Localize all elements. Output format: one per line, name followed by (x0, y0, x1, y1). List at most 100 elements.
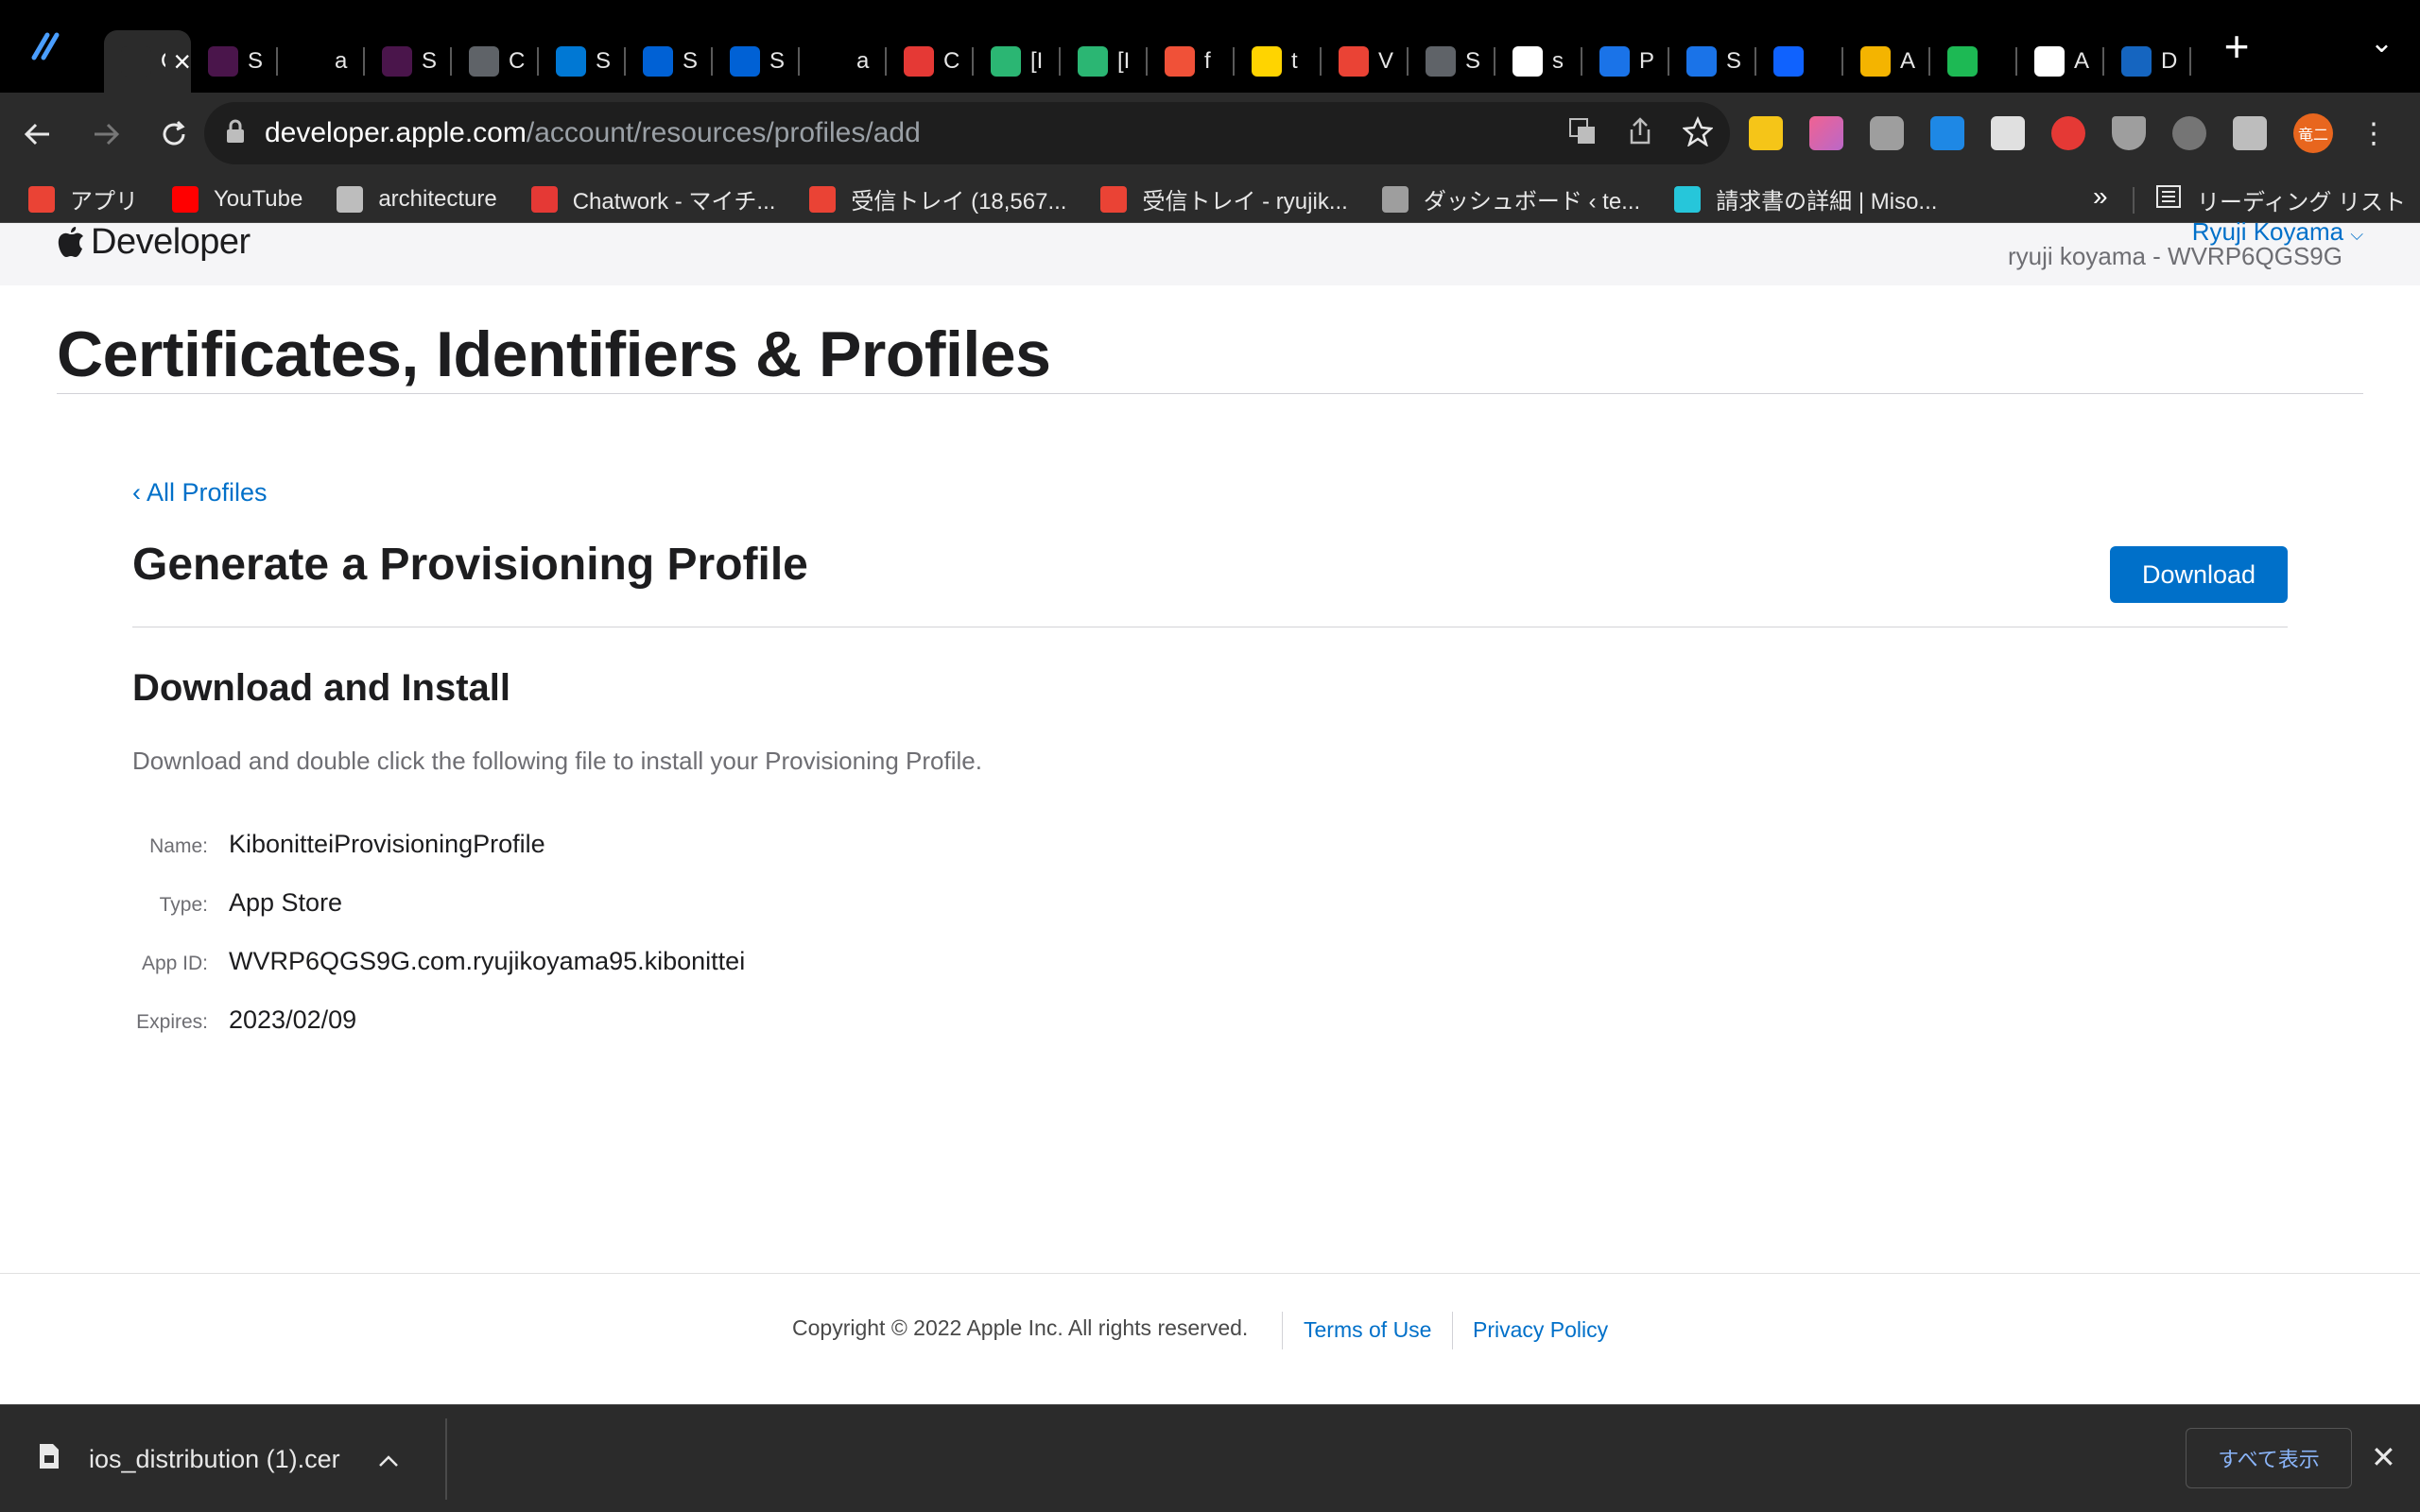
chevron-up-icon[interactable] (378, 1445, 399, 1474)
forward-arrow-icon[interactable] (76, 104, 136, 164)
browser-tab[interactable]: A (2017, 30, 2104, 93)
reload-icon[interactable] (144, 104, 204, 164)
tab-title: a (856, 48, 870, 74)
bookmark-item[interactable]: architecture (337, 185, 497, 213)
bookmark-item[interactable]: 請求書の詳細 | Miso... (1674, 182, 1937, 215)
b-icon (991, 46, 1021, 77)
gmail-icon (1339, 46, 1369, 77)
bookmark-item[interactable]: YouTube (172, 185, 303, 213)
download-button[interactable]: Download (2110, 546, 2288, 603)
bookmark-item[interactable]: アプリ (28, 182, 138, 215)
bookmark-icon (172, 185, 199, 213)
url-text[interactable]: developer.apple.com/account/resources/pr… (265, 117, 921, 149)
browser-menu-icon[interactable]: ⋮ (2360, 117, 2388, 150)
bookmark-item[interactable]: Chatwork - マイチ... (530, 182, 775, 215)
browser-tab[interactable]: C (452, 30, 539, 93)
tab-title: t (1291, 48, 1298, 74)
lock-icon[interactable] (225, 119, 246, 148)
puzzle-icon[interactable] (2233, 116, 2267, 150)
show-all-downloads-button[interactable]: すべて表示 (2186, 1428, 2352, 1488)
tab-title: D (2161, 48, 2178, 74)
back-arrow-icon[interactable] (8, 104, 68, 164)
bookmark-item[interactable]: 受信トレイ (18,567... (809, 182, 1066, 215)
extension-icon[interactable] (1809, 116, 1843, 150)
apple-logo-icon (58, 227, 83, 257)
tab-search-chevron-icon[interactable]: ⌄ (2370, 26, 2394, 60)
browser-tab[interactable]: S (1669, 30, 1756, 93)
bookmark-icon (1674, 185, 1702, 213)
bookmark-star-icon[interactable] (1682, 115, 1714, 151)
address-bar[interactable]: developer.apple.com/account/resources/pr… (204, 102, 1730, 164)
github-icon (295, 46, 325, 77)
browser-tab[interactable]: a (800, 30, 887, 93)
tab-title: S (596, 48, 612, 74)
privacy-policy-link[interactable]: Privacy Policy (1473, 1317, 1608, 1343)
browser-tab[interactable]: a (278, 30, 365, 93)
detail-value: WVRP6QGS9G.com.ryujikoyama95.kibonittei (229, 947, 746, 975)
bookmark-item[interactable]: ダッシュボード ‹ te... (1381, 182, 1640, 215)
browser-tab[interactable]: S (713, 30, 800, 93)
tab-close-icon[interactable]: × (173, 44, 191, 79)
detail-label: App ID: (141, 953, 208, 974)
footer-separator (1452, 1312, 1453, 1349)
bookmark-item[interactable]: 受信トレイ - ryujik... (1100, 182, 1348, 215)
reading-list-label: リーディング リスト (2197, 190, 2406, 215)
github-icon (817, 46, 847, 77)
chatwork-icon (904, 46, 934, 77)
browser-tab[interactable]: f (1148, 30, 1235, 93)
extension-icon[interactable] (1991, 116, 2025, 150)
bookmark-label: YouTube (214, 185, 303, 212)
detail-row: Name: KibonitteiProvisioningProfile (132, 830, 745, 888)
bookmark-icon (809, 185, 837, 213)
fox-icon[interactable] (2112, 116, 2146, 150)
browser-tab[interactable]: [I (974, 30, 1061, 93)
globe-icon (469, 46, 499, 77)
terms-of-use-link[interactable]: Terms of Use (1304, 1317, 1431, 1343)
detail-row: Expires: 2023/02/09 (132, 1005, 745, 1064)
browser-tab[interactable]: S (626, 30, 713, 93)
browser-tab[interactable] (1930, 30, 2017, 93)
linear-icon[interactable] (15, 16, 76, 77)
browser-tab[interactable]: S (191, 30, 278, 93)
translate-icon[interactable] (1567, 116, 1598, 151)
profile-avatar[interactable]: 竜二 (2293, 113, 2333, 153)
browser-tab[interactable] (1756, 30, 1843, 93)
new-tab-button[interactable]: + (2208, 18, 2265, 75)
tab-title: s (1552, 48, 1564, 74)
browser-tab[interactable]: A (1843, 30, 1930, 93)
tab-title: S (683, 48, 699, 74)
bookmark-label: 受信トレイ - ryujik... (1142, 189, 1348, 215)
close-icon[interactable]: ✕ (2371, 1439, 2396, 1475)
browser-tab[interactable]: C (887, 30, 974, 93)
browser-tab[interactable]: Ce × (104, 30, 191, 93)
gear-icon[interactable] (2172, 116, 2206, 150)
browser-toolbar: developer.apple.com/account/resources/pr… (0, 93, 2420, 176)
detail-row: App ID: WVRP6QGS9G.com.ryujikoyama95.kibo… (132, 947, 745, 1005)
browser-tab[interactable]: s (1495, 30, 1582, 93)
reading-list-button[interactable]: リーディング リスト (2155, 183, 2406, 216)
browser-tab[interactable]: P (1582, 30, 1669, 93)
share-icon[interactable] (1626, 116, 1654, 151)
download-item[interactable]: ios_distribution (1).cer (38, 1405, 399, 1512)
browser-tab[interactable]: [I (1061, 30, 1148, 93)
camera-icon[interactable] (1870, 116, 1904, 150)
developer-header: Developer Ryuji Koyama ⌵ ryuji koyama - … (0, 217, 2420, 285)
circle-icon (1947, 46, 1978, 77)
browser-tab[interactable]: S (1409, 30, 1495, 93)
google-icon (2034, 46, 2065, 77)
browser-tab[interactable]: D (2104, 30, 2191, 93)
section-title: Generate a Provisioning Profile (132, 540, 808, 590)
extension-icon[interactable] (1749, 116, 1783, 150)
all-profiles-link[interactable]: ‹ All Profiles (132, 478, 268, 507)
tab-title: [I (1117, 48, 1131, 74)
developer-brand-text: Developer (91, 221, 251, 262)
browser-tab[interactable]: t (1235, 30, 1322, 93)
slack-icon (208, 46, 238, 77)
developer-home-link[interactable]: Developer (57, 221, 251, 262)
bookmarks-overflow-icon[interactable]: » (2093, 181, 2108, 212)
block-hand-icon[interactable] (2051, 116, 2085, 150)
resize-icon[interactable] (1930, 116, 1964, 150)
browser-tab[interactable]: V (1322, 30, 1409, 93)
browser-tab[interactable]: S (365, 30, 452, 93)
browser-tab[interactable]: S (539, 30, 626, 93)
